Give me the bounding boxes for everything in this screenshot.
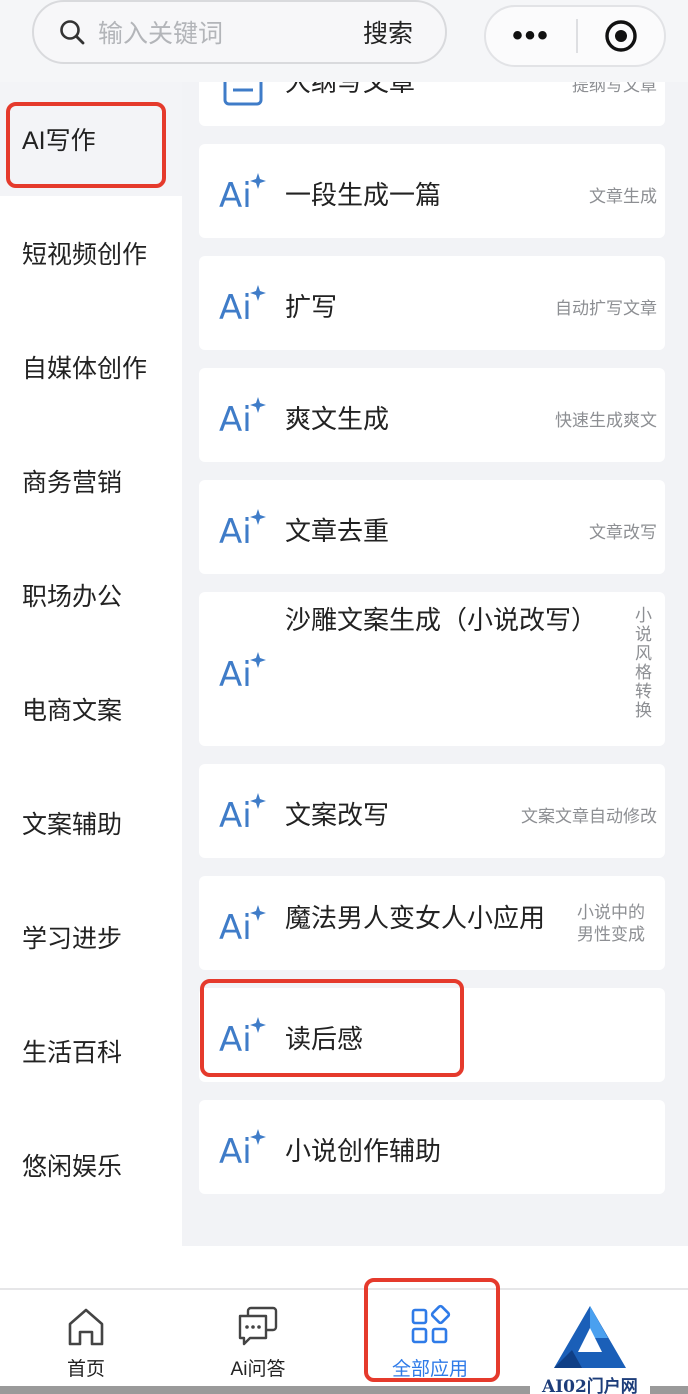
sidebar-item-life-encyclopedia[interactable]: 生活百科 <box>0 994 182 1108</box>
app-title: 魔法男人变女人小应用 <box>285 903 546 933</box>
home-icon <box>68 1308 104 1346</box>
app-card-paragraph-to-article[interactable]: 一段生成一篇 文章生成 <box>199 144 665 238</box>
app-card-dedupe-article[interactable]: 文章去重 文章改写 <box>199 480 665 574</box>
tab-label: Ai问答 <box>230 1359 286 1380</box>
app-desc-line: 男性变成 <box>577 925 645 944</box>
ai-sparkle-icon <box>219 393 267 437</box>
app-title: 读后感 <box>285 1024 364 1054</box>
app-card-cool-story[interactable]: 爽文生成 快速生成爽文 <box>199 368 665 462</box>
sidebar-item-label: 自媒体创作 <box>22 355 148 383</box>
apps-grid-icon <box>411 1304 451 1344</box>
app-card-funny-copy[interactable]: 沙雕文案生成（小说改写） 小说风格转换 <box>199 592 665 746</box>
app-list: 大纲写文章 提纲写文章 一段生成一篇 文章生成 扩写 自动扩写文章 爽文生成 快… <box>182 82 688 1246</box>
sidebar-item-label: 职场办公 <box>22 583 123 611</box>
sidebar-item-label: 文案辅助 <box>22 811 123 839</box>
ai-sparkle-icon <box>219 648 267 692</box>
sidebar-item-leisure[interactable]: 悠闲娱乐 <box>0 1108 182 1222</box>
ai-sparkle-icon <box>219 901 267 945</box>
ai-sparkle-icon <box>219 281 267 325</box>
mini-program-capsule: ••• <box>484 5 666 67</box>
search-input[interactable]: 输入关键词 <box>98 14 363 50</box>
sidebar-item-office[interactable]: 职场办公 <box>0 538 182 652</box>
sidebar-item-copy-assist[interactable]: 文案辅助 <box>0 766 182 880</box>
sidebar-item-label: 悠闲娱乐 <box>22 1153 123 1181</box>
tab-label: 全部应用 <box>391 1359 468 1380</box>
more-dots-icon[interactable]: ••• <box>486 21 576 51</box>
sidebar-item-learning[interactable]: 学习进步 <box>0 880 182 994</box>
sidebar-item-ecommerce-copy[interactable]: 电商文案 <box>0 652 182 766</box>
app-title: 扩写 <box>285 292 338 322</box>
tab-label: 首页 <box>66 1359 105 1380</box>
app-title: 一段生成一篇 <box>285 180 442 210</box>
app-desc-line: 小说中的 <box>577 903 645 922</box>
tab-home[interactable]: 首页 <box>0 1290 172 1390</box>
sidebar-item-business-marketing[interactable]: 商务营销 <box>0 424 182 538</box>
search-box[interactable]: 输入关键词 搜索 <box>32 0 447 64</box>
app-desc: 快速生成爽文 <box>555 411 657 430</box>
app-title: 大纲写文章 <box>285 82 416 97</box>
sidebar-item-label: 生活百科 <box>22 1039 123 1067</box>
sidebar-item-label: 短视频创作 <box>22 241 148 269</box>
sidebar-item-label: AI写作 <box>22 127 96 155</box>
sidebar-item-ai-writing[interactable]: AI写作 <box>0 82 182 196</box>
ai-sparkle-icon <box>219 505 267 549</box>
app-desc: 小说风格转换 <box>632 606 651 720</box>
app-desc: 文章生成 <box>589 187 657 206</box>
app-title: 爽文生成 <box>285 404 390 434</box>
sidebar-item-short-video[interactable]: 短视频创作 <box>0 196 182 310</box>
app-desc: 文案文章自动修改 <box>521 807 657 826</box>
document-list-icon <box>223 82 263 106</box>
app-card-magic-gender-swap[interactable]: 魔法男人变女人小应用 小说中的 男性变成 <box>199 876 665 970</box>
watermark-logo: AI02门户网 <box>530 1300 650 1394</box>
app-card-copy-rewrite[interactable]: 文案改写 文案文章自动修改 <box>199 764 665 858</box>
app-title: 小说创作辅助 <box>285 1136 442 1166</box>
app-title: 沙雕文案生成（小说改写） <box>285 605 598 635</box>
top-bar: 输入关键词 搜索 ••• <box>0 0 688 82</box>
search-button[interactable]: 搜索 <box>363 14 413 50</box>
ai-sparkle-icon <box>219 1013 267 1057</box>
watermark-a-logo-icon <box>554 1306 626 1368</box>
category-sidebar: AI写作 短视频创作 自媒体创作 商务营销 职场办公 电商文案 文案辅助 学习进… <box>0 82 182 1288</box>
sidebar-item-label: 学习进步 <box>22 925 123 953</box>
sidebar-item-self-media[interactable]: 自媒体创作 <box>0 310 182 424</box>
sidebar-item-label: 商务营销 <box>22 469 123 497</box>
close-target-button[interactable] <box>578 19 664 53</box>
record-target-icon <box>605 20 637 52</box>
ai-sparkle-icon <box>219 789 267 833</box>
chat-bubble-icon <box>238 1306 278 1346</box>
app-title: 文章去重 <box>285 516 390 546</box>
watermark-text: AI02门户网 <box>542 1377 638 1394</box>
tab-all-apps[interactable]: 全部应用 <box>344 1290 516 1390</box>
app-title: 文案改写 <box>285 800 390 830</box>
app-desc: 提纲写文章 <box>572 82 657 95</box>
app-card-reading-reflection[interactable]: 读后感 <box>199 988 665 1082</box>
sidebar-item-label: 电商文案 <box>22 697 123 725</box>
app-desc: 文章改写 <box>589 523 657 542</box>
search-icon <box>60 20 85 45</box>
app-card-expand-writing[interactable]: 扩写 自动扩写文章 <box>199 256 665 350</box>
ai-sparkle-icon <box>219 1125 267 1169</box>
app-desc: 自动扩写文章 <box>555 299 657 318</box>
app-desc: 小说中的 男性变成 <box>577 902 645 946</box>
ai-sparkle-icon <box>219 169 267 213</box>
app-card-outline-article[interactable]: 大纲写文章 提纲写文章 <box>199 82 665 126</box>
tab-ai-qa[interactable]: Ai问答 <box>172 1290 344 1390</box>
app-card-novel-assist[interactable]: 小说创作辅助 <box>199 1100 665 1194</box>
